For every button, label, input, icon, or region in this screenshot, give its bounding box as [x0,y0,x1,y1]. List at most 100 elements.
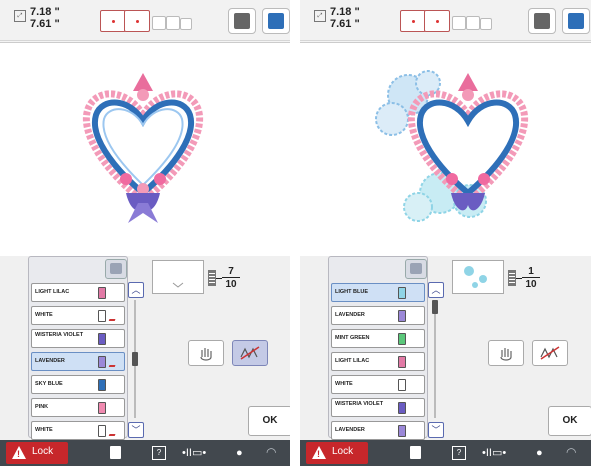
thread-item[interactable]: LAVENDER [331,421,425,440]
design-canvas[interactable] [0,42,290,257]
thread-name: LAVENDER [335,427,365,433]
thread-name: WISTERIA VIOLET [35,332,84,338]
thread-item[interactable]: WHITE [31,421,125,440]
scroll-up-button[interactable]: ︿ [128,282,144,298]
counter-total: 10 [525,279,537,290]
counter-current: 1 [522,266,540,278]
thread-item[interactable]: WISTERIA VIOLET [31,329,125,348]
thread-item[interactable]: LIGHT LILAC [331,352,425,371]
hoop-icon [466,16,480,30]
help-icon[interactable]: ? [152,446,166,460]
lock-label: Lock [32,446,54,457]
thread-items: LIGHT LILAC WHITE WISTERIA VIOLET LAVENDER S… [31,283,125,444]
hoop-icon [400,10,426,32]
design-canvas[interactable] [300,42,591,257]
design-width: 7.18 " [330,6,360,18]
embroidery-frame-button[interactable] [528,8,556,34]
right-screen: ⤢ 7.18 " 7.61 " LIGHT BLUE LAVENDER MINT… [300,0,591,466]
needle-icon[interactable]: •II▭• [482,446,506,460]
lock-button[interactable]: ! Lock [306,442,368,464]
thread-items: LIGHT BLUE LAVENDER MINT GREEN LIGHT LILAC W… [331,283,425,444]
thread-list: LIGHT BLUE LAVENDER MINT GREEN LIGHT LILAC W… [328,256,428,440]
scroll-down-button[interactable]: ﹀ [428,422,444,438]
trim-button[interactable] [532,340,568,366]
thread-item[interactable]: LIGHT BLUE [331,283,425,302]
screen-divider [290,0,300,466]
thread-item[interactable]: PINK [31,398,125,417]
thread-name: WHITE [335,381,353,387]
ok-button[interactable]: OK [548,406,591,436]
design-size: ⤢ 7.18 " 7.61 " [14,6,74,36]
top-bar: ⤢ 7.18 " 7.61 " [300,0,591,41]
hoop-selector[interactable] [400,10,510,32]
hand-icon [200,348,212,361]
thread-spool-icon [398,287,406,299]
scroll-down-button[interactable]: ﹀ [128,422,144,438]
hoop-icon [100,10,126,32]
help-icon[interactable]: ? [452,446,466,460]
counter-current: 7 [222,266,240,278]
lock-button[interactable]: ! Lock [6,442,68,464]
thread-tool-button[interactable] [105,259,127,279]
thread-panel: LIGHT LILAC WHITE WISTERIA VIOLET LAVENDER S… [0,256,290,441]
thread-item[interactable]: WHITE [331,375,425,394]
color-preview [152,260,204,294]
design-size: ⤢ 7.18 " 7.61 " [314,6,374,36]
cut-icon [108,314,118,321]
list-scrollbar[interactable]: ︿ ﹀ [128,282,144,438]
page-icon[interactable] [110,446,121,459]
thread-name: SKY BLUE [35,381,63,387]
thread-tool-icon [110,263,122,274]
preview-image [464,266,487,288]
thread-item[interactable]: SKY BLUE [31,375,125,394]
size-icon: ⤢ [14,10,26,22]
ok-button[interactable]: OK [248,406,290,436]
home-button[interactable] [262,8,290,34]
cut-icon [108,429,118,436]
thread-name: WHITE [35,427,53,433]
trim-button[interactable] [232,340,268,366]
top-bar: ⤢ 7.18 " 7.61 " [0,0,290,41]
home-button[interactable] [562,8,590,34]
thread-item[interactable]: MINT GREEN [331,329,425,348]
embroidery-frame-icon [234,13,250,29]
clock-icon[interactable]: ● [536,446,543,460]
thread-list: LIGHT LILAC WHITE WISTERIA VIOLET LAVENDER S… [28,256,128,440]
embroidery-frame-button[interactable] [228,8,256,34]
scroll-thumb[interactable] [432,300,438,314]
hand-button[interactable] [188,340,224,366]
color-counter: 1 10 [508,266,548,294]
thread-spool-icon [98,379,106,391]
thread-item[interactable]: LIGHT LILAC [31,283,125,302]
thread-tool-icon [410,263,422,274]
thread-spool-icon [98,310,106,322]
hoop-icon [166,16,180,30]
thread-item[interactable]: WHITE [31,306,125,325]
needle-icon[interactable]: •II▭• [182,446,206,460]
design-height: 7.61 " [330,18,360,30]
clock-icon[interactable]: ● [236,446,243,460]
hand-button[interactable] [488,340,524,366]
trim-icon [540,346,560,360]
page-icon[interactable] [410,446,421,459]
hoop-selector[interactable] [100,10,210,32]
thread-item[interactable]: LAVENDER [331,306,425,325]
list-scrollbar[interactable]: ︿ ﹀ [428,282,444,438]
thread-name: MINT GREEN [335,335,370,341]
scroll-up-button[interactable]: ︿ [428,282,444,298]
battery-icon [508,270,516,286]
wifi-icon: ◠ [266,445,277,459]
thread-spool-icon [398,402,406,414]
heart-design [83,73,203,223]
battery-icon [208,270,216,286]
thread-name: LIGHT LILAC [335,358,370,364]
warning-icon: ! [12,446,26,459]
hand-icon [500,348,512,361]
thread-item[interactable]: WISTERIA VIOLET [331,398,425,417]
thread-spool-icon [98,425,106,437]
scroll-thumb[interactable] [132,352,138,366]
thread-tool-button[interactable] [405,259,427,279]
left-screen: ⤢ 7.18 " 7.61 " LIGHT LILAC WHITE WISTER… [0,0,290,466]
thread-item[interactable]: LAVENDER [31,352,125,371]
home-icon [268,13,284,29]
